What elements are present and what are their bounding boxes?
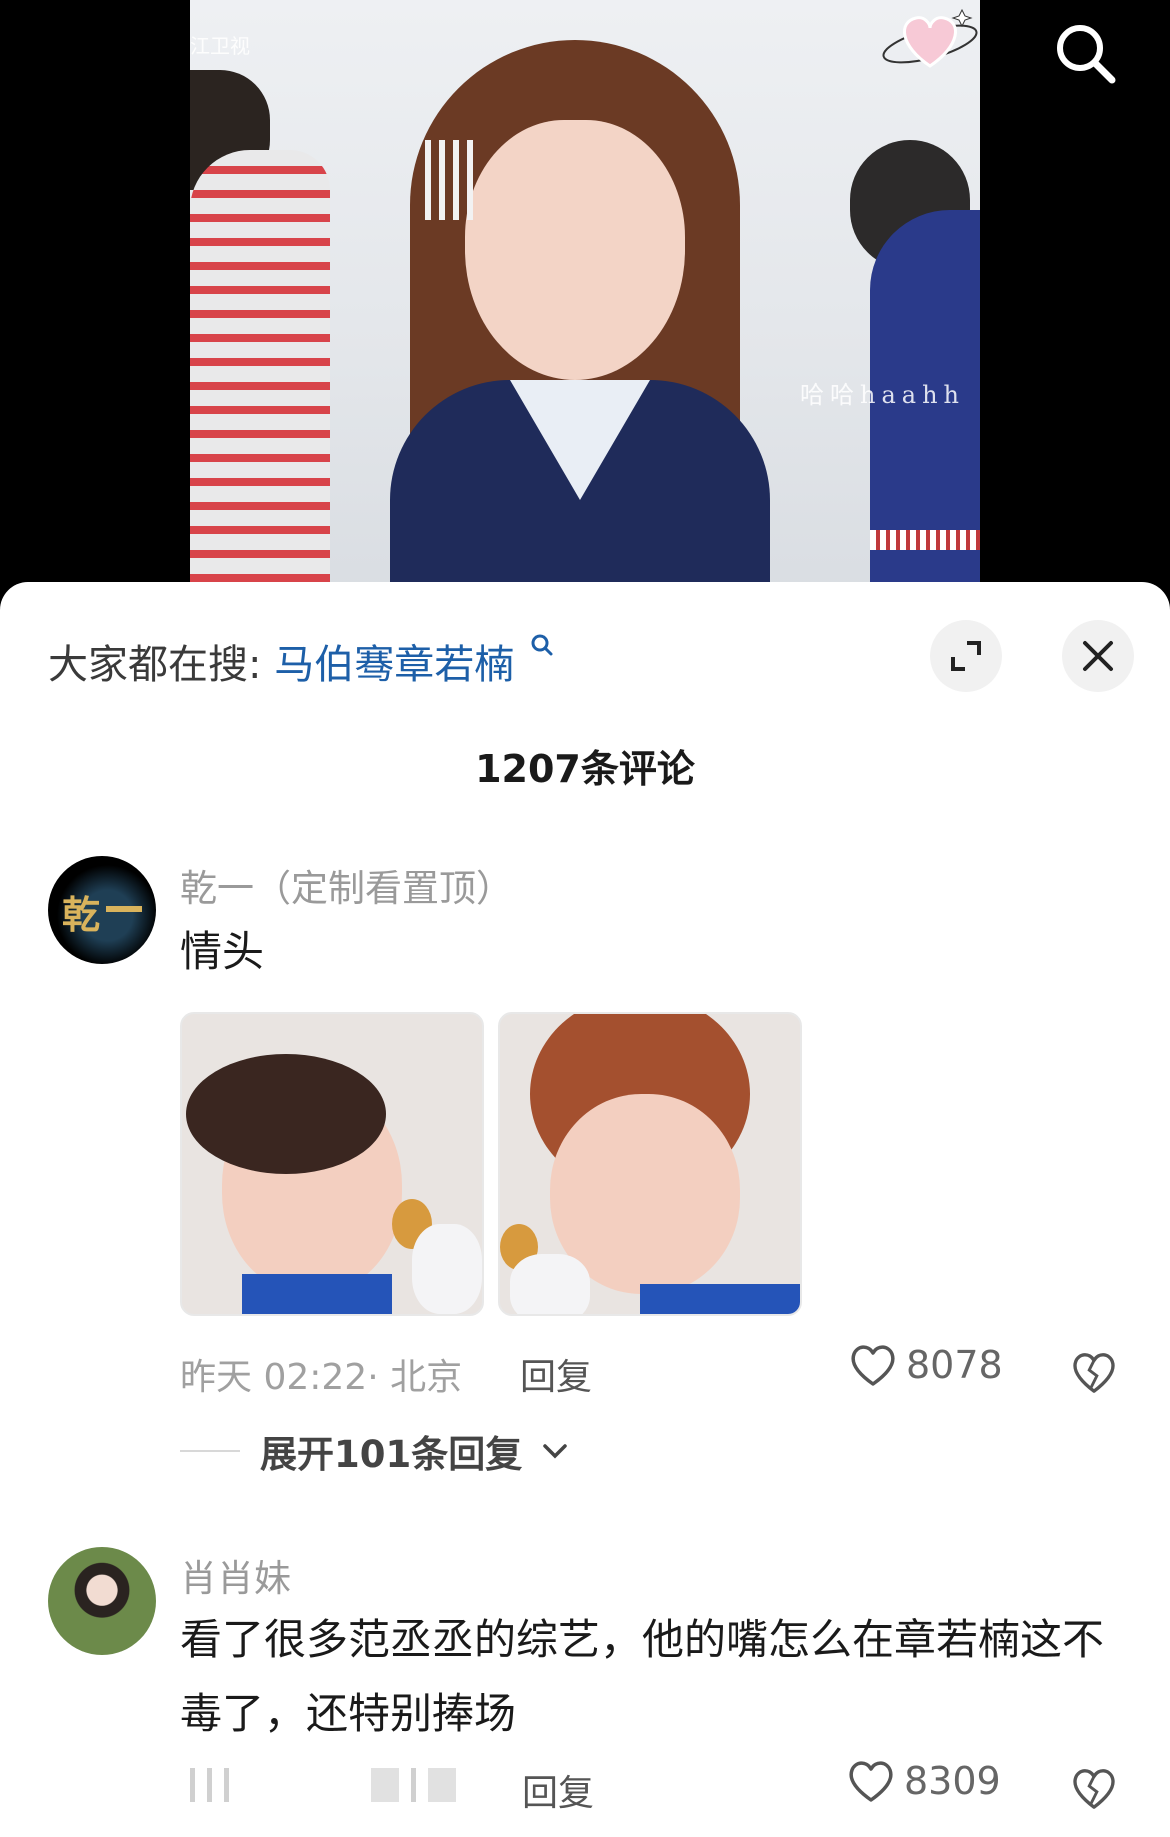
sleeve-trim (870, 530, 980, 550)
mini-search-icon (531, 634, 553, 656)
expand-icon (951, 641, 981, 671)
dislike-icon[interactable] (1070, 1348, 1118, 1396)
search-icon[interactable] (1050, 18, 1120, 88)
like-count: 8309 (904, 1759, 1001, 1803)
heart-icon (851, 1345, 895, 1386)
comment-text: 情头 (180, 927, 265, 976)
comment-sheet: 大家都在搜: 马伯骞章若楠 1207条评论 乾 乾一（定制看置顶） 情头 昨天 … (0, 582, 1170, 1837)
expand-replies-label: 展开101条回复 (260, 1433, 523, 1476)
reply-button[interactable]: 回复 (522, 1764, 594, 1816)
reply-button[interactable]: 回复 (520, 1348, 592, 1400)
comment-count: 1207条评论 (475, 747, 695, 791)
comment-image-2[interactable] (498, 1012, 802, 1316)
video-player[interactable]: 江卫视 哈哈haahh (0, 0, 1170, 600)
expand-replies-button[interactable]: 展开101条回复 (180, 1424, 568, 1478)
blur-bar (371, 1768, 399, 1802)
avatar[interactable]: 乾 (48, 856, 156, 964)
avatar-dash (106, 906, 142, 912)
like-button[interactable]: 8309 (846, 1758, 1001, 1804)
comment-image-1[interactable] (180, 1012, 484, 1316)
divider-line (180, 1450, 240, 1452)
like-count: 8078 (906, 1343, 1003, 1387)
video-frame[interactable]: 江卫视 哈哈haahh (190, 0, 980, 600)
blur-bar (190, 1768, 195, 1802)
heart-sticker-icon (882, 8, 978, 68)
thumb-shirt (242, 1274, 392, 1314)
hot-search-prefix: 大家都在搜: (48, 642, 262, 688)
blur-bar (428, 1768, 456, 1802)
comment-username[interactable]: 乾一（定制看置顶） (180, 858, 513, 912)
main-person-face (465, 120, 685, 380)
thumb-shirt (640, 1284, 800, 1314)
blur-bar (224, 1768, 229, 1802)
comment-time: 昨天 02:22 (180, 1357, 368, 1398)
hot-search-bar[interactable]: 大家都在搜: 马伯骞章若楠 (48, 632, 555, 690)
expand-button[interactable] (930, 620, 1002, 692)
avatar[interactable] (48, 1547, 156, 1655)
heart-icon (849, 1761, 893, 1802)
comment-meta: 昨天 02:22· 北京 (180, 1348, 462, 1400)
close-button[interactable] (1062, 620, 1134, 692)
close-icon (1083, 641, 1113, 671)
thumb-hand (412, 1224, 482, 1314)
like-button[interactable]: 8078 (848, 1342, 1003, 1388)
avatar-text: 乾 (62, 892, 101, 937)
comment-text: 看了很多范丞丞的综艺，他的嘴怎么在章若楠这不毒了，还特别捧场 (180, 1615, 1105, 1738)
comment-location: · 北京 (367, 1357, 463, 1398)
dislike-icon[interactable] (1070, 1764, 1118, 1812)
comment-username[interactable]: 肖肖妹 (180, 1548, 291, 1602)
thumb-hand (510, 1254, 590, 1314)
comment-meta-blurred (190, 1768, 456, 1802)
blur-bar (411, 1768, 416, 1802)
hot-search-keyword[interactable]: 马伯骞章若楠 (274, 642, 514, 688)
video-watermark: 哈哈haahh (800, 381, 965, 409)
hair-clips (425, 140, 475, 220)
background-person-left-body (190, 150, 330, 600)
chevron-down-icon (543, 1444, 567, 1459)
thumb-hair (186, 1054, 386, 1174)
tv-logo: 江卫视 (190, 34, 250, 58)
blur-bar (207, 1768, 212, 1802)
